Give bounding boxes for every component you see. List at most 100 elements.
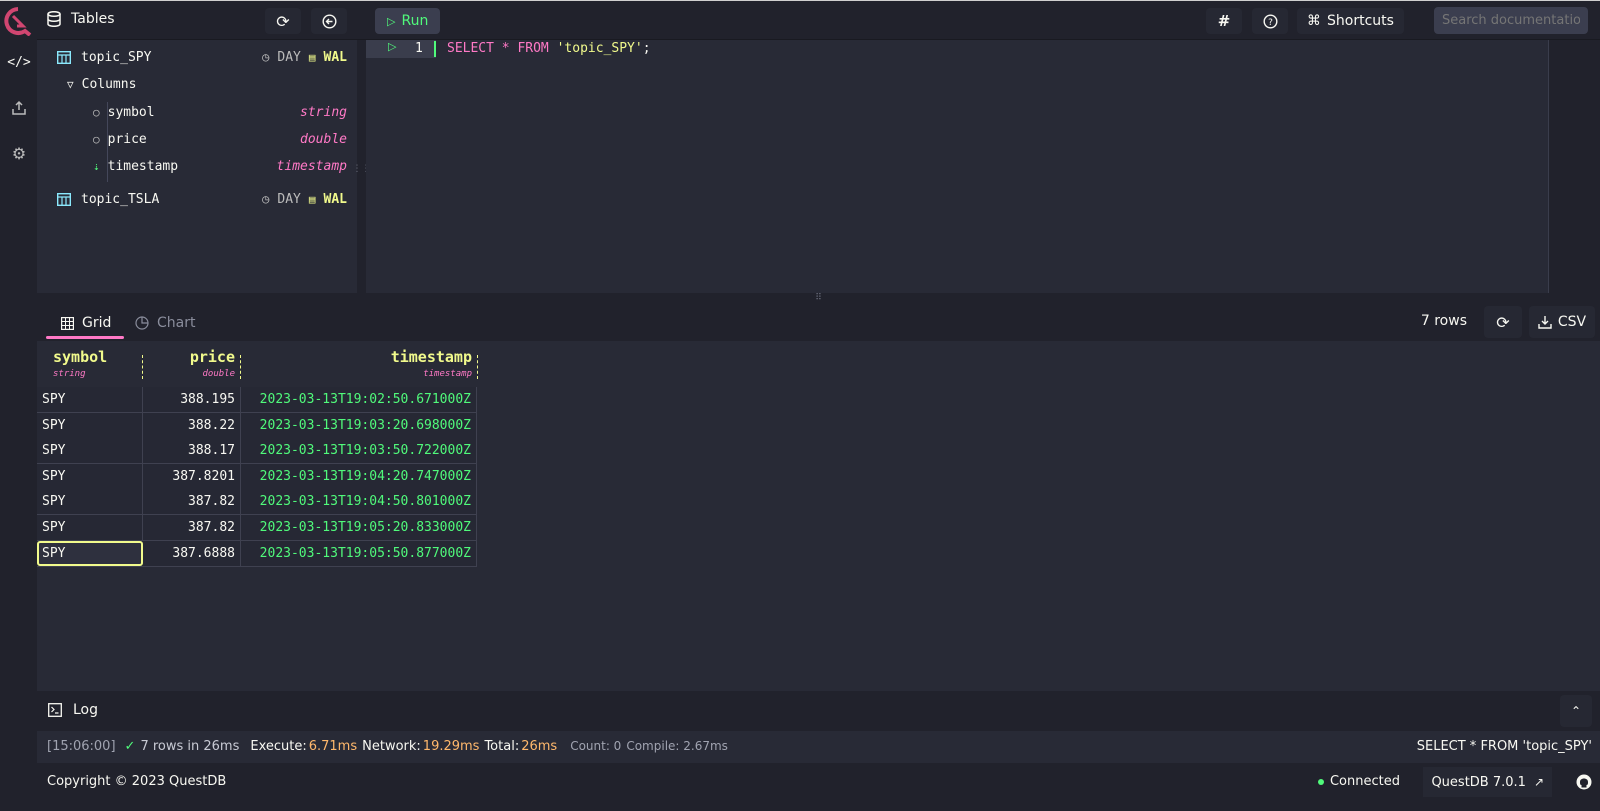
column-row[interactable]: ○ symbol string: [37, 99, 357, 125]
editor-scrollbar[interactable]: [1548, 40, 1556, 293]
top-bar: Tables ⟳ ▷ Run # ? ⌘ Shortcuts: [37, 1, 1600, 40]
questdb-console: </> ⚙ Tables ⟳ ▷ Run # ? ⌘ Shortcuts Sea…: [0, 0, 1600, 811]
cell-symbol[interactable]: SPY: [37, 489, 143, 515]
columns-folder[interactable]: ▽ Columns: [37, 71, 357, 97]
tables-title: Tables: [71, 11, 115, 27]
play-icon: ▷: [387, 14, 396, 28]
cell-timestamp[interactable]: 2023-03-13T19:05:50.877000Z: [241, 540, 477, 566]
log-summary: 7 rows in 26ms: [140, 739, 240, 754]
partition-badge: DAY: [277, 191, 301, 207]
cell-price[interactable]: 387.82: [143, 515, 241, 540]
column-type: string: [300, 104, 347, 120]
table-row-topic-tsla[interactable]: topic_TSLA ◷ DAY ▤ WAL: [37, 186, 357, 212]
cell-timestamp[interactable]: 2023-03-13T19:02:50.671000Z: [241, 387, 477, 412]
upload-icon[interactable]: [7, 96, 31, 120]
svg-text:?: ?: [1268, 18, 1273, 28]
code-icon[interactable]: </>: [7, 50, 31, 74]
sql-editor[interactable]: ▷ 1 SELECT * FROM 'topic_SPY';: [366, 40, 1556, 293]
gear-icon[interactable]: ⚙: [7, 141, 31, 165]
table-row[interactable]: SPY 387.6888 2023-03-13T19:05:50.877000Z: [37, 540, 477, 567]
help-button[interactable]: ?: [1252, 8, 1288, 34]
wal-badge: WAL: [323, 49, 347, 65]
table-row[interactable]: SPY 388.195 2023-03-13T19:02:50.671000Z: [37, 387, 477, 413]
column-name: timestamp: [107, 158, 179, 174]
cell-symbol[interactable]: SPY: [37, 515, 143, 540]
terminal-icon: [48, 703, 62, 717]
cell-price[interactable]: 387.82: [143, 489, 241, 515]
clock-icon: ◷: [262, 192, 270, 206]
grid-header-timestamp[interactable]: timestamp timestamp: [241, 341, 478, 387]
column-resize-handle[interactable]: [477, 355, 478, 379]
column-icon: ○: [93, 132, 100, 146]
cell-timestamp[interactable]: 2023-03-13T19:05:20.833000Z: [241, 515, 477, 540]
horizontal-resize-handle[interactable]: ⠿: [37, 293, 1600, 303]
cell-symbol[interactable]: SPY: [37, 438, 143, 464]
partition-badge: DAY: [277, 49, 301, 65]
results-toolbar: Grid Chart 7 rows ⟳ CSV: [37, 303, 1600, 341]
code-line[interactable]: SELECT * FROM 'topic_SPY';: [447, 41, 651, 57]
header-name: symbol: [53, 348, 108, 366]
table-name: topic_TSLA: [81, 191, 160, 207]
cell-price[interactable]: 388.22: [143, 412, 241, 438]
table-row-topic-spy[interactable]: topic_SPY ◷ DAY ▤ WAL: [37, 44, 357, 70]
wal-icon: ▤: [308, 192, 316, 206]
results-panel: Grid Chart 7 rows ⟳ CSV symbol string pr…: [37, 303, 1600, 691]
table-row[interactable]: SPY 388.17 2023-03-13T19:03:50.722000Z: [37, 438, 477, 465]
cell-timestamp[interactable]: 2023-03-13T19:03:50.722000Z: [241, 438, 477, 464]
column-name: symbol: [107, 104, 155, 120]
wal-badge: WAL: [323, 191, 347, 207]
cell-price[interactable]: 387.6888: [143, 540, 241, 566]
collapse-tables-button[interactable]: [311, 8, 347, 34]
grid-header-price[interactable]: price double: [143, 341, 241, 387]
expand-log-button[interactable]: ⌃: [1560, 695, 1592, 727]
table-row[interactable]: SPY 387.8201 2023-03-13T19:04:20.747000Z: [37, 463, 477, 490]
tab-grid-label: Grid: [82, 315, 112, 331]
header-type: double: [202, 369, 235, 379]
github-icon[interactable]: [1576, 774, 1592, 790]
search-documentation-input[interactable]: [1434, 7, 1588, 34]
vertical-resize-handle[interactable]: ⋮⋮: [353, 40, 371, 298]
column-row[interactable]: ○ price double: [37, 126, 357, 152]
table-row[interactable]: SPY 387.82 2023-03-13T19:05:20.833000Z: [37, 515, 477, 541]
refresh-results-button[interactable]: ⟳: [1484, 306, 1522, 338]
tab-grid[interactable]: Grid: [61, 309, 111, 337]
run-line-icon[interactable]: ▷: [388, 40, 396, 53]
cell-symbol[interactable]: SPY: [37, 463, 143, 489]
column-type: timestamp: [276, 158, 347, 174]
cell-price[interactable]: 388.17: [143, 438, 241, 464]
refresh-icon: ⟳: [1496, 312, 1510, 332]
cell-price[interactable]: 388.195: [143, 387, 241, 412]
tab-chart[interactable]: Chart: [135, 309, 195, 337]
run-button[interactable]: ▷ Run: [375, 8, 441, 34]
shortcuts-button[interactable]: ⌘ Shortcuts: [1297, 8, 1404, 34]
log-title: Log: [73, 702, 99, 718]
columns-label: Columns: [81, 76, 137, 92]
version-link[interactable]: QuestDB 7.0.1 ↗: [1423, 767, 1552, 797]
table-row[interactable]: SPY 388.22 2023-03-13T19:03:20.698000Z: [37, 412, 477, 439]
line-indicator: [434, 41, 436, 57]
cell-symbol[interactable]: SPY: [37, 387, 143, 412]
questdb-logo-icon[interactable]: [3, 6, 33, 36]
download-csv-button[interactable]: CSV: [1529, 306, 1595, 338]
total-label: Total:: [484, 739, 520, 754]
column-row[interactable]: ⇣ timestamp timestamp: [37, 153, 357, 179]
log-query[interactable]: SELECT * FROM 'topic_SPY': [1417, 739, 1592, 754]
refresh-tables-button[interactable]: ⟳: [265, 8, 301, 34]
cell-symbol[interactable]: SPY: [37, 412, 143, 438]
pie-chart-icon: [135, 316, 149, 330]
table-row[interactable]: SPY 387.82 2023-03-13T19:04:50.801000Z: [37, 489, 477, 516]
line-number: 1: [415, 41, 423, 56]
header-type: timestamp: [423, 369, 472, 379]
cell-timestamp[interactable]: 2023-03-13T19:03:20.698000Z: [241, 412, 477, 438]
column-name: price: [107, 131, 147, 147]
slack-button[interactable]: #: [1206, 8, 1242, 34]
cell-timestamp[interactable]: 2023-03-13T19:04:20.747000Z: [241, 463, 477, 489]
circle-arrow-left-icon: [321, 13, 337, 29]
tab-chart-label: Chart: [157, 315, 196, 331]
cell-symbol[interactable]: SPY: [37, 540, 143, 566]
grid-header-symbol[interactable]: symbol string: [37, 341, 143, 387]
cell-timestamp[interactable]: 2023-03-13T19:04:50.801000Z: [241, 489, 477, 515]
cell-price[interactable]: 387.8201: [143, 463, 241, 489]
execute-label: Execute:: [250, 739, 307, 754]
schema-tree: topic_SPY ◷ DAY ▤ WAL ▽ Columns ○ symbol…: [37, 40, 357, 298]
